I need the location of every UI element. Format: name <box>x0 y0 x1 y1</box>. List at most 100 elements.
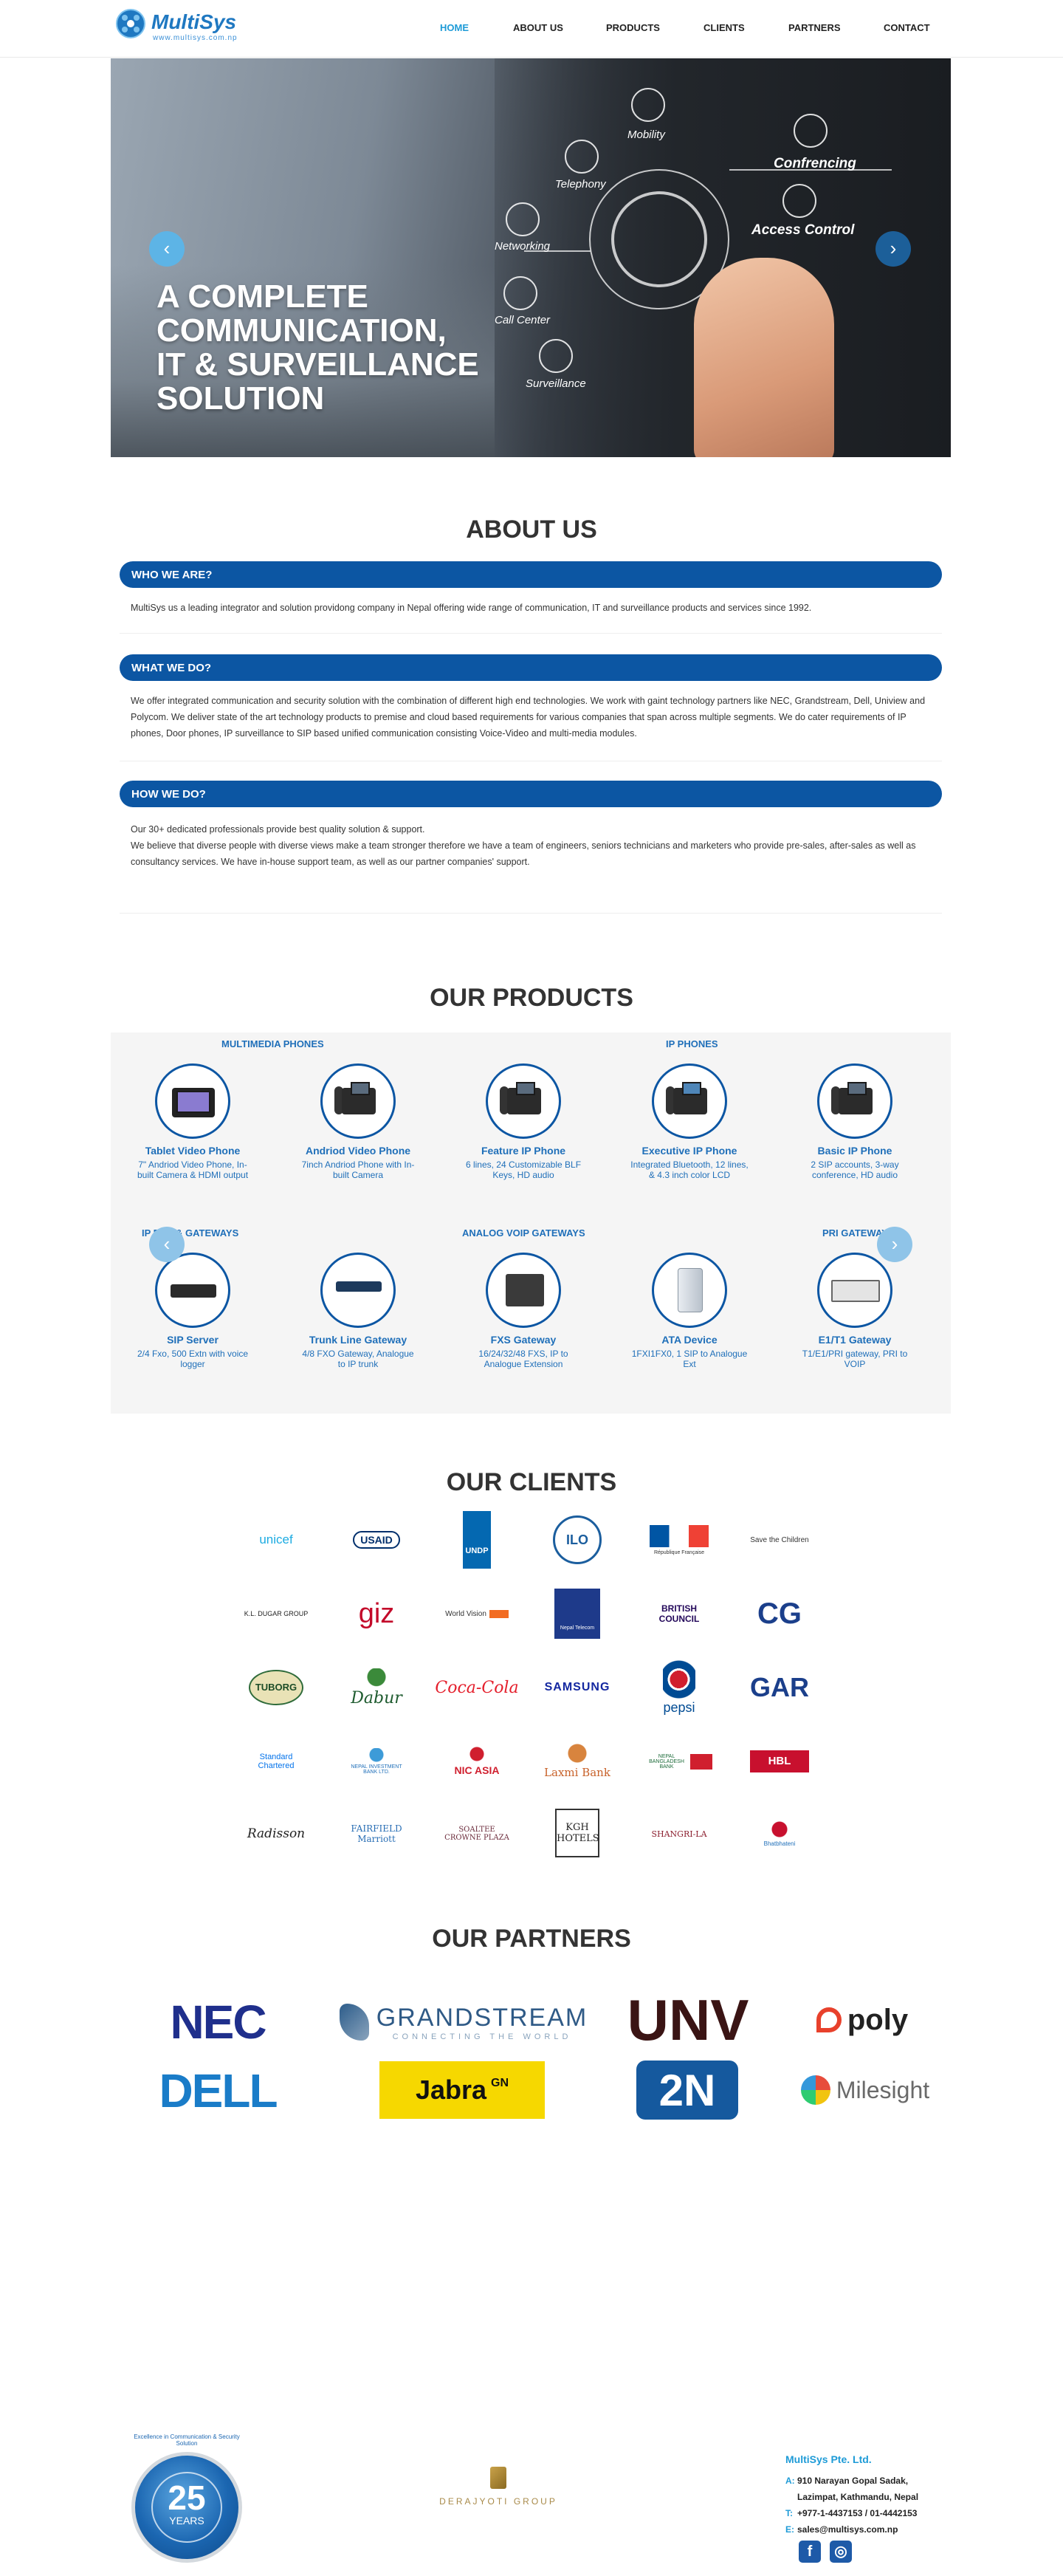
product-card[interactable]: SIP Server 2/4 Fxo, 500 Extn with voice … <box>123 1253 263 1369</box>
client-name: KGH HOTELS <box>555 1809 599 1857</box>
client-name: NIC ASIA <box>454 1747 500 1776</box>
client-logo-dabur: Dabur <box>332 1662 421 1713</box>
e1-t1-gateway-icon <box>817 1253 892 1328</box>
nav-partners[interactable]: PARTNERS <box>788 22 841 33</box>
hero-headline-line: SOLUTION <box>156 380 325 417</box>
client-logo-save-the-children: Save the Children <box>735 1514 824 1566</box>
hero-slider: Mobility Telephony Confrencing Access Co… <box>111 58 951 457</box>
derajyoti-mark-icon <box>490 2467 506 2489</box>
what-we-do-heading: WHAT WE DO? <box>120 654 942 681</box>
client-logo-tuborg: TUBORG <box>232 1662 320 1713</box>
client-logo-giz: giz <box>332 1588 421 1640</box>
partner-logo-dell: DELL <box>140 2064 295 2117</box>
fxs-gateway-icon <box>486 1253 561 1328</box>
product-name: Basic IP Phone <box>817 1145 892 1157</box>
conferencing-node-icon <box>794 114 828 148</box>
product-description: 7inch Andriod Phone with In-built Camera <box>301 1159 415 1180</box>
how-we-do-heading: HOW WE DO? <box>120 781 942 807</box>
nav-clients[interactable]: CLIENTS <box>703 22 745 33</box>
product-card[interactable]: Trunk Line Gateway 4/8 FXO Gateway, Anal… <box>288 1253 428 1369</box>
client-logo-republique-francaise: République Française <box>635 1514 723 1566</box>
client-name: pepsi <box>663 1659 695 1716</box>
product-card[interactable]: Basic IP Phone 2 SIP accounts, 3-way con… <box>785 1063 925 1180</box>
client-logo-soaltee-crowne-plaza: SOALTEE CROWNE PLAZA <box>433 1808 521 1860</box>
client-name: NEPAL INVESTMENT BANK LTD. <box>348 1748 405 1775</box>
product-card[interactable]: E1/T1 Gateway T1/E1/PRI gateway, PRI to … <box>785 1253 925 1369</box>
client-name: Save the Children <box>750 1535 809 1544</box>
client-name: Coca-Cola <box>435 1678 519 1697</box>
partner-name: GRANDSTREAM <box>376 2003 588 2032</box>
products-carousel: MULTIMEDIA PHONES IP PHONES Tablet Video… <box>111 1032 951 1414</box>
facebook-icon[interactable]: f <box>799 2541 821 2563</box>
product-description: 16/24/32/48 FXS, IP to Analogue Extensio… <box>478 1349 568 1369</box>
partner-name: Jabra <box>415 2075 487 2105</box>
client-name: FAIRFIELD Marriott <box>351 1823 402 1844</box>
client-name: ILO <box>553 1515 602 1564</box>
product-card[interactable]: Andriod Video Phone 7inch Andriod Phone … <box>288 1063 428 1180</box>
main-nav: HOME ABOUT US PRODUCTS CLIENTS PARTNERS … <box>0 22 1063 37</box>
nav-about-us[interactable]: ABOUT US <box>513 22 563 33</box>
client-logo-nepal-telecom: Nepal Telecom <box>533 1588 622 1640</box>
product-name: FXS Gateway <box>490 1334 557 1346</box>
mobility-node-icon <box>631 88 665 122</box>
client-name: Bhatbhateni <box>763 1820 796 1847</box>
nav-contact[interactable]: CONTACT <box>884 22 930 33</box>
access-control-node-icon <box>782 184 816 218</box>
client-name: unicef <box>259 1532 293 1546</box>
client-name: BRITISH COUNCIL <box>658 1603 700 1624</box>
instagram-icon[interactable]: ◎ <box>830 2541 852 2563</box>
client-logo-unicef: unicef <box>232 1514 320 1566</box>
nav-home[interactable]: HOME <box>440 22 469 33</box>
client-name: Laxmi Bank <box>544 1744 610 1779</box>
client-logo-cg: CG <box>735 1588 824 1640</box>
partner-logo-nec: NEC <box>140 1996 295 2049</box>
how-we-do-text-2: We believe that diverse people with dive… <box>131 840 916 867</box>
basic-phone-icon <box>817 1063 892 1139</box>
phone-key: T: <box>785 2508 793 2518</box>
client-logo-coca-cola: Coca-Cola <box>433 1662 521 1713</box>
client-logo-laxmi-bank: Laxmi Bank <box>533 1732 622 1791</box>
networking-node-icon <box>506 202 540 236</box>
client-name: SHANGRI-LA <box>651 1829 707 1839</box>
phone-row: T: +977-1-4437153 / 01-4442153 <box>785 2505 970 2521</box>
product-description: 6 lines, 24 Customizable BLF Keys, HD au… <box>465 1159 582 1180</box>
category-analog-voip-gateways[interactable]: ANALOG VOIP GATEWAYS <box>462 1227 585 1239</box>
phone-number[interactable]: +977-1-4437153 / 01-4442153 <box>797 2508 917 2518</box>
address-line-2: Lazimpat, Kathmandu, Nepal <box>797 2492 919 2502</box>
category-multimedia-phones[interactable]: MULTIMEDIA PHONES <box>221 1038 324 1049</box>
company-name: MultiSys Pte. Ltd. <box>785 2453 872 2465</box>
client-logo-undp: UNDP <box>433 1510 521 1569</box>
product-card[interactable]: FXS Gateway 16/24/32/48 FXS, IP to Analo… <box>453 1253 594 1369</box>
nav-products[interactable]: PRODUCTS <box>606 22 660 33</box>
executive-phone-icon <box>652 1063 727 1139</box>
client-logo-standard-chartered: Standard Chartered <box>232 1736 320 1787</box>
client-name: NEPAL BANGLADESH BANK <box>646 1753 712 1770</box>
hero-next-button[interactable]: › <box>875 231 911 267</box>
partner-logo-poly: poly <box>796 1994 929 2046</box>
section-divider <box>120 913 942 914</box>
hero-prev-button[interactable]: ‹ <box>149 231 185 267</box>
client-logo-gar: GAR <box>735 1662 824 1713</box>
product-card[interactable]: Feature IP Phone 6 lines, 24 Customizabl… <box>453 1063 594 1180</box>
hero-label-telephony: Telephony <box>555 178 606 191</box>
product-description: 4/8 FXO Gateway, Analogue to IP trunk <box>302 1349 414 1369</box>
telephony-node-icon <box>565 140 599 174</box>
client-logo-radisson: Radisson <box>232 1808 320 1860</box>
products-prev-button[interactable]: ‹ <box>149 1227 185 1262</box>
partner-name: 2N <box>658 2065 716 2115</box>
products-next-button[interactable]: › <box>877 1227 912 1262</box>
client-name: Radisson <box>247 1826 306 1841</box>
about-title: ABOUT US <box>466 515 597 544</box>
client-name: giz <box>358 1597 395 1629</box>
clients-title: OUR CLIENTS <box>446 1468 617 1496</box>
product-card[interactable]: ATA Device 1FXI1FX0, 1 SIP to Analogue E… <box>619 1253 760 1369</box>
partner-logo-2n: 2N <box>636 2061 738 2120</box>
product-card[interactable]: Executive IP Phone Integrated Bluetooth,… <box>619 1063 760 1180</box>
milesight-mark-icon <box>800 2075 830 2105</box>
product-card[interactable]: Tablet Video Phone 7" Andriod Video Phon… <box>123 1063 263 1180</box>
hero-label-conferencing: Confrencing <box>774 156 856 171</box>
email-address[interactable]: sales@multisys.com.np <box>797 2524 898 2535</box>
feature-phone-icon <box>486 1063 561 1139</box>
category-ip-phones[interactable]: IP PHONES <box>666 1038 718 1049</box>
grandstream-mark-icon <box>339 2004 369 2041</box>
